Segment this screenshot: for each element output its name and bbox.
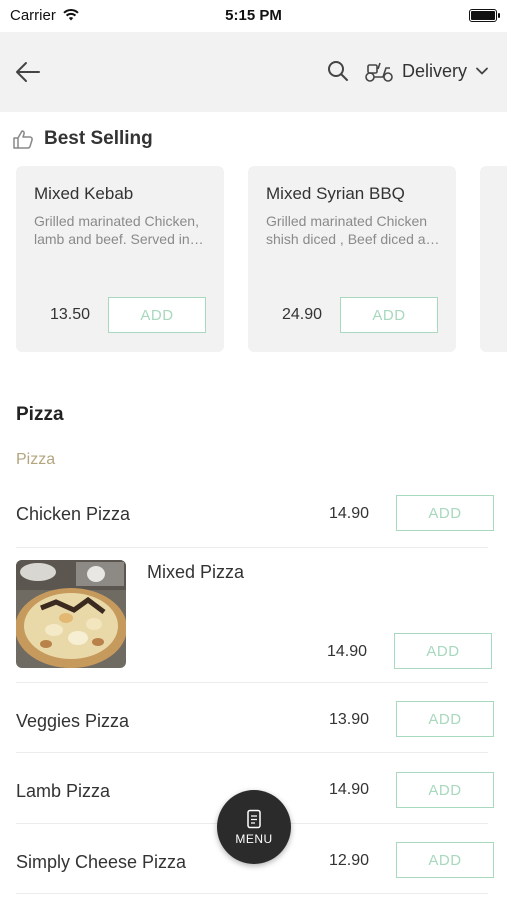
card-name: Mixed Kebab (34, 184, 134, 203)
add-button[interactable]: ADD (396, 772, 494, 808)
best-selling-title: Best Selling (44, 128, 153, 149)
battery-icon (469, 8, 500, 22)
item-name: Simply Cheese Pizza (16, 852, 187, 872)
item-name: Chicken Pizza (16, 504, 131, 524)
wifi-icon (63, 8, 79, 21)
card-price: 13.50 (50, 306, 91, 323)
carrier-label: Carrier (10, 6, 56, 24)
header-actions: Delivery (326, 59, 489, 83)
best-selling-carousel[interactable]: Mixed Kebab Grilled marinated Chicken, l… (16, 166, 507, 354)
scooter-icon (365, 62, 393, 82)
best-selling-card[interactable]: Mixed Syrian BBQ Grilled marinated Chick… (248, 166, 456, 352)
item-name: Lamb Pizza (16, 781, 111, 801)
item-price: 14.90 (329, 505, 370, 522)
menu-fab-button[interactable]: MENU (217, 790, 291, 864)
item-price: 13.90 (329, 711, 370, 728)
menu-item-row[interactable]: Chicken Pizza 14.90 ADD (16, 480, 494, 548)
item-name: Mixed Pizza (147, 562, 245, 582)
back-button[interactable] (14, 58, 42, 86)
status-time: 5:15 PM (225, 6, 282, 24)
item-price: 14.90 (327, 643, 368, 660)
thumbs-up-icon (13, 130, 33, 149)
section-title: Pizza (16, 404, 64, 425)
best-selling-header: Best Selling (12, 128, 153, 150)
menu-icon (247, 809, 261, 828)
card-description: Grilled marinated Chicken, lamb and beef… (34, 213, 204, 247)
status-bar: Carrier 5:15 PM (0, 0, 507, 30)
item-name: Veggies Pizza (16, 711, 130, 731)
card-name: Mixed Syrian BBQ (266, 184, 405, 203)
add-button[interactable]: ADD (396, 842, 494, 878)
add-button[interactable]: ADD (394, 633, 492, 669)
card-description: Grilled marinated Chicken shish diced , … (266, 213, 440, 247)
section-subtitle: Pizza (16, 451, 56, 468)
chevron-down-icon (476, 67, 488, 75)
delivery-label: Delivery (401, 60, 467, 81)
add-button[interactable]: ADD (396, 495, 494, 531)
best-selling-card-partial[interactable] (480, 166, 507, 352)
add-button[interactable]: ADD (340, 297, 438, 333)
status-left: Carrier (10, 7, 80, 24)
best-selling-card[interactable]: Mixed Kebab Grilled marinated Chicken, l… (16, 166, 224, 352)
delivery-selector[interactable]: Delivery (364, 59, 489, 83)
menu-item-row[interactable]: Mixed Pizza 14.90 ADD (16, 548, 492, 683)
back-arrow-icon (16, 62, 40, 82)
top-header: Delivery (0, 32, 507, 112)
menu-label: MENU (235, 831, 273, 846)
item-price: 14.90 (329, 781, 370, 798)
card-price: 24.90 (282, 306, 323, 323)
item-image (16, 560, 126, 668)
menu-item-row[interactable]: Veggies Pizza 13.90 ADD (16, 683, 494, 753)
search-icon[interactable] (326, 59, 350, 83)
item-price: 12.90 (329, 852, 370, 869)
add-button[interactable]: ADD (396, 701, 494, 737)
add-button[interactable]: ADD (108, 297, 206, 333)
